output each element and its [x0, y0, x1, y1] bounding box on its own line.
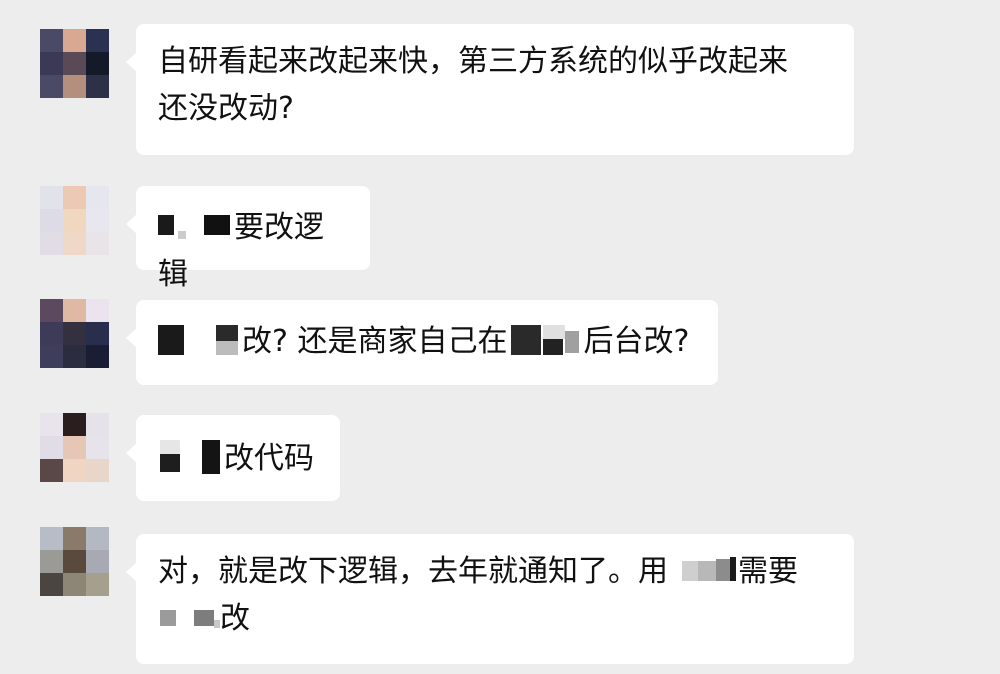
- avatar[interactable]: [40, 186, 109, 255]
- redacted-text: [158, 209, 234, 243]
- message-text: 改代码: [224, 441, 314, 476]
- avatar[interactable]: [40, 527, 109, 596]
- redacted-text: [158, 323, 242, 357]
- message-bubble[interactable]: 对，就是改下逻辑，去年就通知了。用 需要 改: [126, 534, 854, 664]
- message-text: 自研看起来改起来快，第三方系统的似乎改起来: [158, 44, 788, 79]
- redacted-text: [158, 600, 220, 634]
- message-text: 后台改?: [583, 324, 690, 359]
- message-bubble[interactable]: 自研看起来改起来快，第三方系统的似乎改起来 还没改动?: [126, 24, 854, 155]
- message-bubble[interactable]: 改? 还是商家自己在 后台改?: [126, 300, 718, 385]
- message-text: 需要: [738, 554, 798, 589]
- message-text: 改? 还是商家自己在: [242, 324, 508, 359]
- message-bubble[interactable]: 改代码: [126, 415, 340, 501]
- message-text: 改: [220, 601, 250, 636]
- redacted-text: [682, 553, 738, 587]
- avatar[interactable]: [40, 413, 109, 482]
- message-text: 还没改动?: [158, 91, 294, 126]
- redacted-text: [507, 323, 583, 357]
- avatar[interactable]: [40, 299, 109, 368]
- redacted-text: [158, 439, 224, 474]
- avatar[interactable]: [40, 29, 109, 98]
- message-bubble[interactable]: 要改逻辑: [126, 186, 370, 292]
- message-text: 对，就是改下逻辑，去年就通知了。用: [158, 554, 668, 589]
